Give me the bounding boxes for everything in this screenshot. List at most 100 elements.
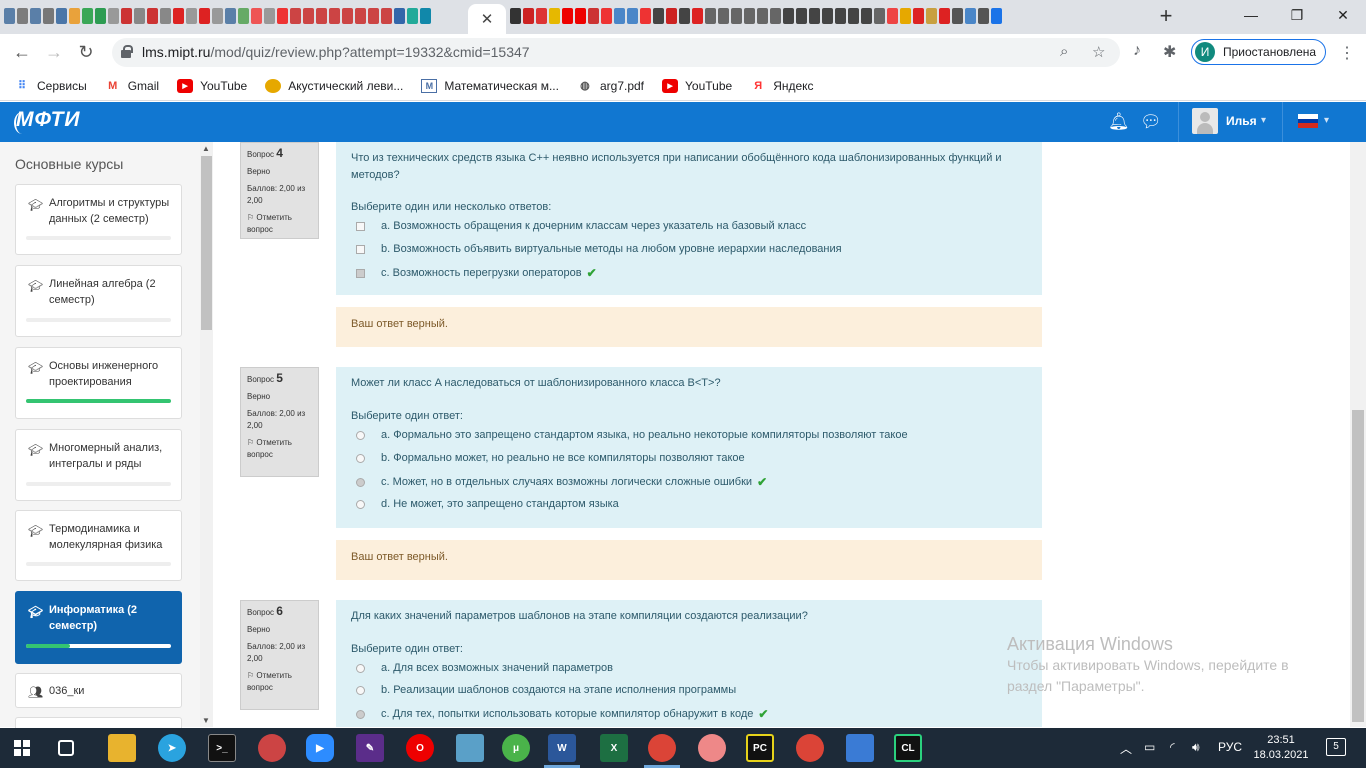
wifi-icon[interactable]: ◜: [1170, 740, 1175, 754]
question-label: Вопрос: [247, 608, 275, 617]
radio-button[interactable]: [356, 685, 365, 695]
app-icon[interactable]: [698, 734, 726, 762]
sidebar-title: Основные курсы: [15, 156, 124, 172]
radio-button-checked[interactable]: [356, 709, 365, 719]
answer-option[interactable]: a. Формально это запрещено стандартом яз…: [356, 429, 908, 441]
terminal-icon[interactable]: >_: [208, 734, 236, 762]
clion-icon[interactable]: CL: [894, 734, 922, 762]
scroll-down-icon[interactable]: ▼: [202, 716, 210, 725]
browser-menu-icon[interactable]: ⋮: [1339, 43, 1355, 63]
chrome-icon[interactable]: [648, 734, 676, 762]
zoom-app-icon[interactable]: ▶: [306, 734, 334, 762]
notifications-bell-icon[interactable]: 🔔︎: [1108, 112, 1130, 132]
bookmark-math[interactable]: M Математическая м...: [421, 78, 559, 93]
question-label: Вопрос: [247, 375, 275, 384]
answer-option[interactable]: a. Для всех возможных значений параметро…: [356, 662, 613, 674]
address-bar[interactable]: lms.mipt.ru/mod/quiz/review.php?attempt=…: [112, 38, 1120, 67]
radio-button[interactable]: [356, 499, 365, 509]
answer-option[interactable]: b. Реализации шаблонов создаются на этап…: [356, 684, 736, 696]
answer-option[interactable]: d. Не может, это запрещено стандартом яз…: [356, 498, 619, 510]
windows-start-icon[interactable]: [14, 740, 30, 756]
answer-option[interactable]: b. Возможность объявить виртуальные мето…: [356, 243, 842, 255]
maximize-button[interactable]: ❐: [1274, 0, 1320, 30]
bookmark-acoustic[interactable]: Акустический леви...: [265, 78, 403, 93]
language-indicator[interactable]: РУС: [1218, 740, 1242, 754]
close-window-button[interactable]: ✕: [1320, 0, 1366, 30]
bookmark-pdf[interactable]: ◍ arg7.pdf: [577, 79, 644, 93]
extensions-puzzle-icon[interactable]: ✱: [1163, 42, 1176, 62]
visual-studio-icon[interactable]: ✎: [356, 734, 384, 762]
scroll-up-icon[interactable]: ▲: [202, 144, 210, 153]
back-button[interactable]: ←: [12, 42, 32, 62]
flag-question-link[interactable]: ⚐ Отметить вопрос: [247, 670, 312, 694]
course-card[interactable]: 🎓︎ Термодинамика и молекулярная физика: [15, 510, 182, 581]
tab-close-icon[interactable]: ✕: [468, 4, 506, 34]
course-card[interactable]: 🎓︎ Многомерный анализ, интегралы и ряды: [15, 429, 182, 501]
show-hidden-icons-icon[interactable]: ︿: [1120, 740, 1132, 757]
tab-favicons-right[interactable]: [510, 8, 1150, 26]
language-flag-icon[interactable]: [1298, 114, 1318, 129]
utorrent-icon[interactable]: μ: [502, 734, 530, 762]
notes-icon[interactable]: [456, 734, 484, 762]
excel-icon[interactable]: X: [600, 734, 628, 762]
minimize-button[interactable]: —: [1228, 0, 1274, 30]
question-text: Может ли класс A наследоваться от шаблон…: [351, 377, 721, 389]
flag-question-link[interactable]: ⚐ Отметить вопрос: [247, 212, 312, 236]
telegram-icon[interactable]: ➤: [158, 734, 186, 762]
notifications-icon[interactable]: 5: [1326, 738, 1346, 756]
opera-icon[interactable]: O: [406, 734, 434, 762]
bookmark-gmail[interactable]: M Gmail: [105, 79, 159, 93]
main-scrollbar[interactable]: [1350, 142, 1366, 727]
answer-option[interactable]: b. Формально может, но реально не все ко…: [356, 452, 745, 464]
bookmark-youtube[interactable]: ▶ YouTube: [177, 78, 248, 93]
forward-button[interactable]: →: [44, 42, 64, 62]
word-icon[interactable]: W: [548, 734, 576, 762]
profile-button[interactable]: И Приостановлена: [1191, 39, 1326, 65]
profile-avatar: И: [1195, 42, 1215, 62]
question-number: 6: [276, 604, 283, 618]
volume-icon[interactable]: 🔊︎: [1192, 740, 1200, 755]
sidebar-scrollbar[interactable]: ▲ ▼: [200, 142, 213, 727]
lock-icon[interactable]: [121, 45, 133, 58]
bookmark-yandex[interactable]: Я Яндекс: [750, 79, 813, 93]
course-card[interactable]: 🎓︎ Основы инженерного проектирования: [15, 347, 182, 419]
bookmark-star-icon[interactable]: ☆: [1092, 43, 1105, 61]
zoom-icon[interactable]: ⌕: [1060, 43, 1068, 60]
radio-button[interactable]: [356, 453, 365, 463]
course-card[interactable]: 🎓︎ Алгоритмы и структуры данных (2 семес…: [15, 184, 182, 255]
extension-icon[interactable]: ♪: [1133, 42, 1141, 60]
radio-button[interactable]: [356, 663, 365, 673]
checkbox[interactable]: [356, 221, 365, 231]
task-view-icon[interactable]: [58, 740, 74, 756]
answer-option[interactable]: c. Возможность перегрузки операторов ✔: [356, 266, 597, 280]
answer-option[interactable]: a. Возможность обращения к дочерним клас…: [356, 220, 806, 232]
paint-icon[interactable]: [258, 734, 286, 762]
answer-option[interactable]: c. Может, но в отдельных случаях возможн…: [356, 475, 767, 489]
reload-button[interactable]: ↻: [76, 42, 96, 62]
course-card[interactable]: 🎓︎ Линейная алгебра (2 семестр): [15, 265, 182, 337]
photos-icon[interactable]: [846, 734, 874, 762]
chrome-icon-2[interactable]: [796, 734, 824, 762]
bookmark-youtube-2[interactable]: ▶ YouTube: [662, 78, 732, 93]
network-icon[interactable]: ▭: [1144, 740, 1155, 754]
user-menu[interactable]: Илья: [1192, 108, 1257, 134]
bookmark-services[interactable]: ⠿ Сервисы: [14, 79, 87, 93]
bookmark-label: YouTube: [200, 78, 248, 93]
file-explorer-icon[interactable]: [108, 734, 136, 762]
url-path: /mod/quiz/review.php?attempt=19332&cmid=…: [210, 44, 530, 60]
course-card-active[interactable]: 🎓︎ Информатика (2 семестр): [15, 591, 182, 664]
system-clock[interactable]: 23:51 18.03.2021: [1253, 733, 1309, 763]
flag-question-link[interactable]: ⚐ Отметить вопрос: [247, 437, 312, 461]
site-logo[interactable]: МФТИ: [14, 108, 81, 134]
checkbox[interactable]: [356, 244, 365, 254]
messages-icon[interactable]: 💬︎: [1140, 112, 1162, 132]
group-card[interactable]: 👥︎ 036_ки: [15, 673, 182, 708]
new-tab-button[interactable]: +: [1156, 4, 1176, 28]
radio-button[interactable]: [356, 430, 365, 440]
option-label: b. Возможность объявить виртуальные мето…: [381, 243, 842, 255]
radio-button-checked[interactable]: [356, 477, 365, 487]
checkbox-checked[interactable]: [356, 268, 365, 278]
answer-option[interactable]: c. Для тех, попытки использовать которые…: [356, 707, 768, 721]
pycharm-icon[interactable]: PC: [746, 734, 774, 762]
question-text: Что из технических средств языка С++ нея…: [351, 152, 1002, 181]
